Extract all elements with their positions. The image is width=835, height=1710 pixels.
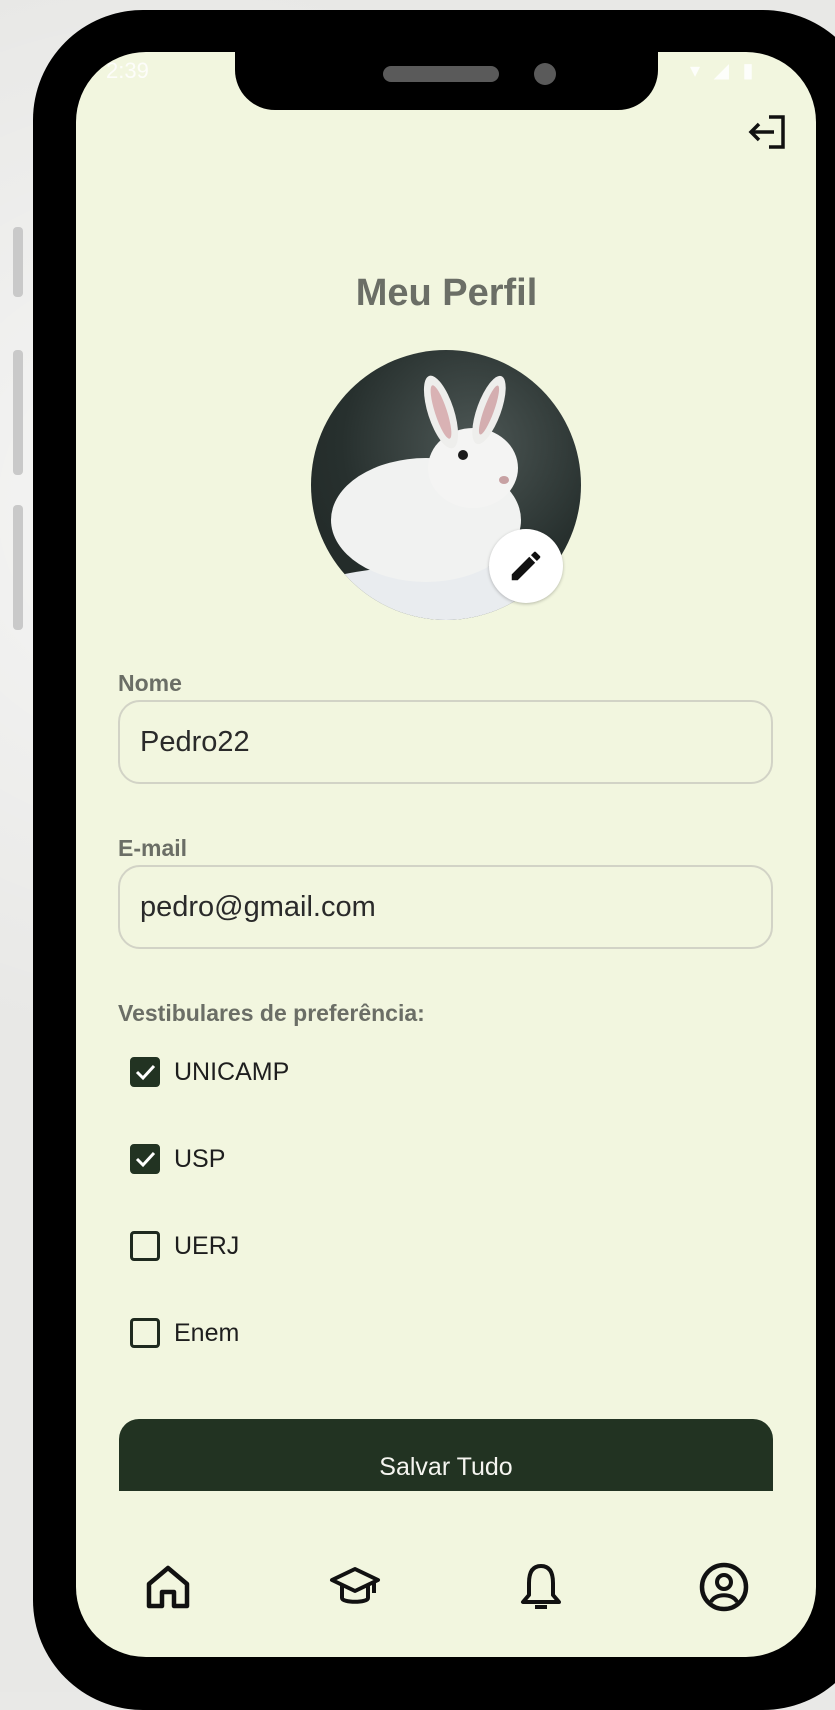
name-input[interactable]: Pedro22 (118, 700, 773, 784)
checkbox-uerj[interactable]: UERJ (130, 1231, 239, 1261)
checkbox-checked-icon (130, 1144, 160, 1174)
pencil-icon (511, 551, 541, 581)
checkbox-unicamp[interactable]: UNICAMP (130, 1057, 289, 1087)
checkbox-usp[interactable]: USP (130, 1144, 225, 1174)
home-icon (146, 1565, 190, 1609)
speaker-grille (383, 66, 499, 82)
checkbox-enem[interactable]: Enem (130, 1318, 239, 1348)
email-input[interactable]: pedro@gmail.com (118, 865, 773, 949)
checkbox-label: UNICAMP (174, 1057, 290, 1086)
logout-button[interactable] (747, 113, 789, 151)
nav-courses[interactable] (328, 1560, 382, 1614)
checkbox-label: Enem (174, 1318, 240, 1347)
checkbox-unchecked-icon (130, 1318, 160, 1348)
status-indicators: ▾ ◢ ▮ (690, 60, 758, 82)
bell-icon (521, 1564, 561, 1609)
nav-home[interactable] (141, 1560, 195, 1614)
page-title: Meu Perfil (355, 272, 538, 314)
nav-profile[interactable] (697, 1560, 751, 1614)
checkbox-checked-icon (130, 1057, 160, 1087)
nav-notifications[interactable] (514, 1560, 568, 1614)
front-camera (534, 63, 556, 85)
logout-icon (748, 115, 785, 149)
checkbox-label: UERJ (174, 1231, 240, 1260)
email-label: E-mail (118, 835, 188, 861)
save-all-button[interactable]: Salvar Tudo (119, 1419, 773, 1491)
profile-icon (699, 1562, 749, 1612)
name-label: Nome (118, 670, 182, 696)
graduation-cap-icon (330, 1567, 380, 1604)
preferences-label: Vestibulares de preferência: (118, 1000, 425, 1026)
power-side-button (13, 505, 23, 630)
volume-down-side-button (13, 350, 23, 475)
checkbox-label: USP (174, 1144, 226, 1173)
checkbox-unchecked-icon (130, 1231, 160, 1261)
edit-avatar-button[interactable] (489, 529, 563, 603)
status-time: 2:39 (106, 58, 149, 83)
